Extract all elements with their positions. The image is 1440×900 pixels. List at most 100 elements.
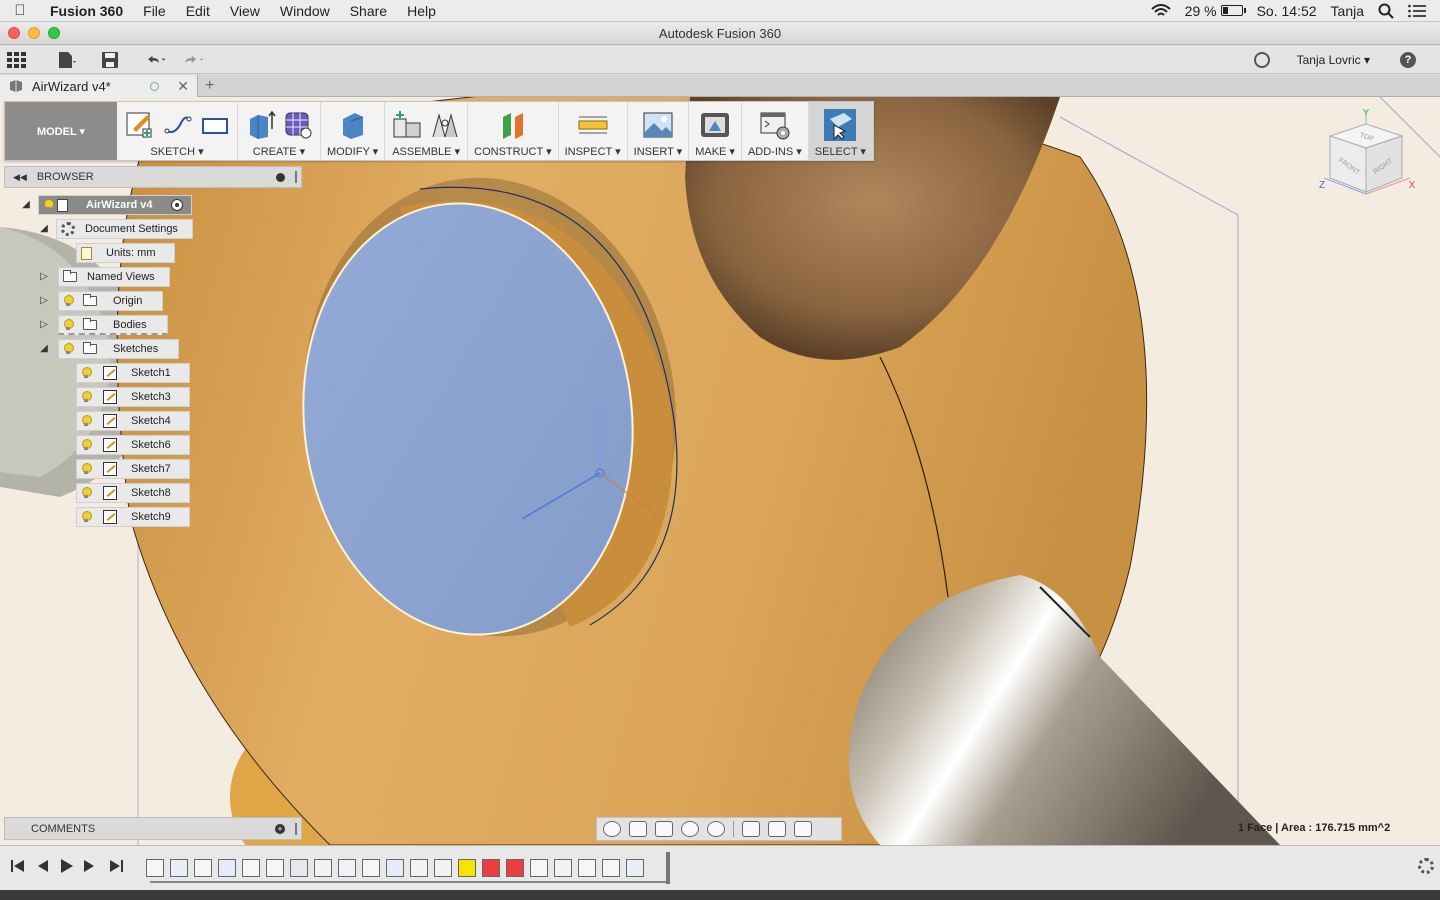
orbit-icon[interactable] — [603, 821, 621, 837]
notification-center-icon[interactable] — [1408, 4, 1426, 18]
expand-toggle-icon[interactable]: ◢ — [38, 343, 50, 355]
timeline-sketch-icon[interactable] — [242, 859, 260, 877]
3d-print-icon[interactable] — [699, 109, 731, 141]
group-assemble-label[interactable]: ASSEMBLE ▾ — [392, 145, 460, 158]
form-icon[interactable] — [282, 109, 314, 141]
look-at-icon[interactable] — [629, 821, 647, 837]
file-menu-icon[interactable] — [56, 51, 76, 69]
timeline-first-icon[interactable] — [10, 858, 26, 874]
zoom-window-icon[interactable] — [681, 821, 699, 837]
document-tab-close-icon[interactable]: ✕ — [177, 78, 189, 95]
timeline-move-icon[interactable] — [314, 859, 332, 877]
comments-pin-icon[interactable] — [295, 822, 297, 835]
group-create-label[interactable]: CREATE ▾ — [253, 145, 305, 158]
timeline-marker[interactable] — [666, 852, 670, 884]
tree-units[interactable]: Units: mm — [76, 243, 175, 263]
tree-bodies[interactable]: Bodies — [58, 315, 168, 335]
save-icon[interactable] — [100, 51, 120, 69]
line-tool-icon[interactable] — [161, 109, 193, 141]
timeline-sketch-icon[interactable] — [362, 859, 380, 877]
timeline-sketch-icon[interactable] — [266, 859, 284, 877]
viewcube[interactable]: TOP FRONT RIGHT Y X Z — [1316, 106, 1416, 206]
visibility-bulb-icon[interactable] — [43, 199, 54, 211]
apple-icon[interactable]:  — [0, 2, 40, 19]
group-inspect-label[interactable]: INSPECT ▾ — [565, 145, 621, 158]
undo-icon[interactable] — [146, 51, 166, 69]
menu-share[interactable]: Share — [340, 3, 397, 19]
timeline-fillet-icon[interactable] — [338, 859, 356, 877]
attached-canvas-icon[interactable] — [642, 109, 674, 141]
timeline-move-icon[interactable] — [434, 859, 452, 877]
redo-icon[interactable] — [184, 51, 204, 69]
timeline-last-icon[interactable] — [108, 858, 124, 874]
tree-sketch-item[interactable]: Sketch3 — [76, 387, 190, 407]
timeline-revolve-icon[interactable] — [170, 859, 188, 877]
expand-toggle-icon[interactable]: ▷ — [38, 295, 50, 307]
browser-panel-header[interactable]: ◀◀ BROWSER — [4, 166, 302, 188]
expand-toggle-icon[interactable]: ▷ — [38, 319, 50, 331]
job-status-clock-icon[interactable] — [1254, 52, 1270, 68]
grid-settings-icon[interactable] — [768, 821, 786, 837]
battery-status[interactable]: 29 % — [1185, 3, 1246, 19]
wifi-icon[interactable] — [1151, 3, 1171, 18]
visibility-bulb-icon[interactable] — [81, 367, 92, 379]
clock[interactable]: So. 14:52 — [1257, 3, 1317, 19]
add-comment-icon[interactable]: + — [275, 823, 285, 834]
tree-sketches[interactable]: Sketches — [58, 339, 180, 359]
menu-window[interactable]: Window — [270, 3, 340, 19]
collapse-browser-icon[interactable]: ◀◀ — [13, 172, 27, 183]
timeline-settings-icon[interactable] — [1418, 858, 1434, 874]
scripts-add-ins-icon[interactable] — [759, 109, 791, 141]
timeline-sketch-icon[interactable] — [146, 859, 164, 877]
timeline-loft-icon[interactable] — [290, 859, 308, 877]
window-zoom-button[interactable] — [48, 27, 60, 39]
account-user-menu[interactable]: Tanja Lovric ▾ — [1297, 46, 1370, 74]
menu-edit[interactable]: Edit — [176, 3, 220, 19]
joint-icon[interactable] — [429, 109, 461, 141]
new-component-icon[interactable] — [391, 109, 423, 141]
tree-sketch-item[interactable]: Sketch9 — [76, 507, 190, 527]
timeline-next-icon[interactable] — [82, 858, 98, 874]
visibility-bulb-icon[interactable] — [81, 463, 92, 475]
pan-hand-icon[interactable] — [655, 821, 673, 837]
expand-toggle-icon[interactable]: ▷ — [38, 271, 50, 283]
visibility-bulb-icon[interactable] — [81, 511, 92, 523]
measure-icon[interactable] — [577, 109, 609, 141]
timeline-sketch-icon[interactable] — [530, 859, 548, 877]
spotlight-search-icon[interactable] — [1378, 3, 1394, 19]
tree-sketch-item[interactable]: Sketch1 — [76, 363, 190, 383]
offset-plane-icon[interactable] — [497, 109, 529, 141]
expand-toggle-icon[interactable]: ◢ — [20, 199, 32, 211]
timeline-sketch-icon[interactable] — [194, 859, 212, 877]
group-make-label[interactable]: MAKE ▾ — [695, 145, 735, 158]
timeline-play-icon[interactable] — [58, 858, 74, 874]
window-minimize-button[interactable] — [28, 27, 40, 39]
timeline-plane-icon[interactable] — [578, 859, 596, 877]
timeline-move-icon[interactable] — [410, 859, 428, 877]
rectangle-tool-icon[interactable] — [199, 109, 231, 141]
visibility-bulb-icon[interactable] — [81, 487, 92, 499]
tree-root-node[interactable]: AirWizard v4 — [38, 195, 192, 215]
timeline-move-icon[interactable] — [482, 859, 500, 877]
tree-sketch-item[interactable]: Sketch6 — [76, 435, 190, 455]
3d-canvas[interactable] — [0, 97, 1440, 845]
visibility-bulb-icon[interactable] — [63, 295, 74, 307]
select-tool-icon[interactable] — [824, 109, 857, 141]
tree-origin[interactable]: Origin — [58, 291, 164, 311]
timeline-extrude-icon[interactable] — [386, 859, 404, 877]
fit-zoom-icon[interactable] — [707, 821, 725, 837]
menu-view[interactable]: View — [220, 3, 270, 19]
visibility-bulb-icon[interactable] — [81, 391, 92, 403]
visibility-bulb-icon[interactable] — [63, 343, 74, 355]
group-insert-label[interactable]: INSERT ▾ — [634, 145, 683, 158]
group-select-label[interactable]: SELECT ▾ — [815, 145, 866, 158]
user-name[interactable]: Tanja — [1331, 3, 1364, 19]
display-settings-icon[interactable] — [742, 821, 760, 837]
browser-options-icon[interactable] — [276, 172, 285, 182]
window-close-button[interactable] — [8, 27, 20, 39]
timeline-extrude-icon[interactable] — [218, 859, 236, 877]
data-panel-grid-icon[interactable] — [6, 51, 26, 69]
timeline-previous-icon[interactable] — [34, 858, 50, 874]
tree-sketch-item[interactable]: Sketch8 — [76, 483, 190, 503]
comments-panel-header[interactable]: COMMENTS + — [4, 817, 302, 840]
